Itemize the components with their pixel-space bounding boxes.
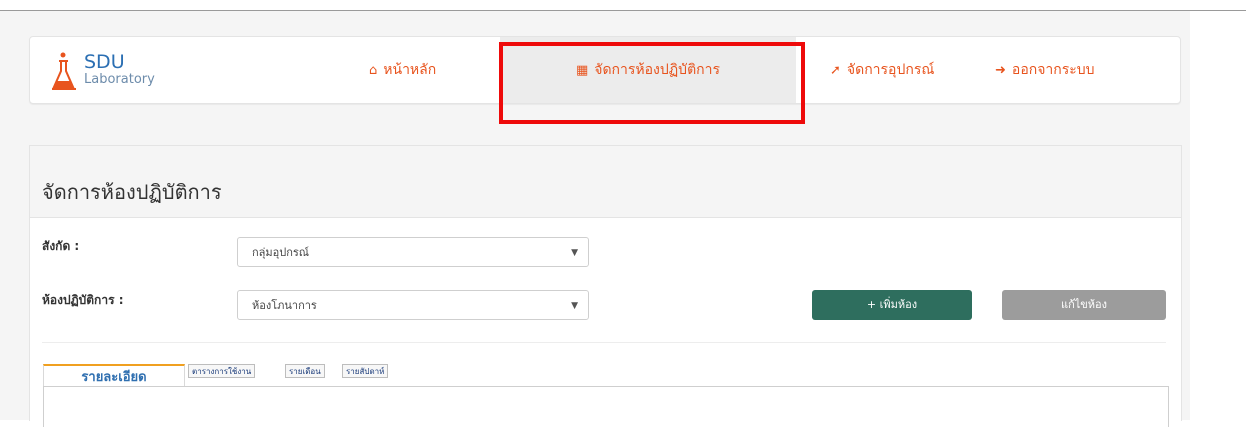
form-divider (42, 342, 1166, 343)
home-icon: ⌂ (369, 63, 378, 78)
lab-management-panel: จัดการห้องปฏิบัติการ สังกัด : กลุ่มอุปกร… (29, 145, 1182, 427)
lab-select[interactable]: ห้องโภนาการ ▼ (237, 290, 589, 320)
affiliation-select[interactable]: กลุ่มอุปกรณ์ ▼ (237, 237, 589, 267)
brand-logo[interactable]: SDU Laboratory (52, 51, 192, 93)
page-title: จัดการห้องปฏิบัติการ (42, 180, 222, 204)
brand-title: SDU (84, 51, 125, 73)
affiliation-label: สังกัด : (42, 239, 80, 253)
sign-out-icon: ➜ (995, 63, 1006, 78)
nav-logout-label: ออกจากระบบ (1011, 62, 1095, 78)
right-margin (1190, 11, 1246, 420)
tab-content-area (43, 386, 1169, 427)
top-divider (0, 10, 1246, 11)
nav-home[interactable]: ⌂ หน้าหลัก (369, 37, 436, 103)
highlight-annotation (499, 42, 805, 124)
affiliation-select-value: กลุ่มอุปกรณ์ (252, 246, 310, 259)
lab-select-value: ห้องโภนาการ (252, 299, 317, 312)
tab-details[interactable]: รายละเอียด (43, 364, 185, 387)
edit-room-button[interactable]: แก้ไขห้อง (1002, 290, 1166, 320)
wrench-icon: ➚ (830, 63, 841, 78)
chevron-down-icon: ▼ (571, 248, 578, 258)
chevron-down-icon: ▼ (571, 301, 578, 311)
add-room-button[interactable]: + เพิ่มห้อง (812, 290, 972, 320)
flask-icon (52, 52, 76, 90)
brand-subtitle: Laboratory (84, 72, 155, 87)
nav-equipment-label: จัดการอุปกรณ์ (846, 62, 935, 78)
panel-header: จัดการห้องปฏิบัติการ (30, 146, 1181, 218)
lab-label: ห้องปฏิบัติการ : (42, 293, 124, 307)
nav-equipment[interactable]: ➚ จัดการอุปกรณ์ (830, 37, 934, 103)
tab-schedule[interactable]: ตารางการใช้งาน (188, 364, 256, 378)
tab-monthly[interactable]: รายเดือน (285, 364, 325, 378)
tab-weekly[interactable]: รายสัปดาห์ (342, 364, 389, 378)
nav-logout[interactable]: ➜ ออกจากระบบ (995, 37, 1095, 103)
nav-home-label: หน้าหลัก (383, 62, 437, 78)
